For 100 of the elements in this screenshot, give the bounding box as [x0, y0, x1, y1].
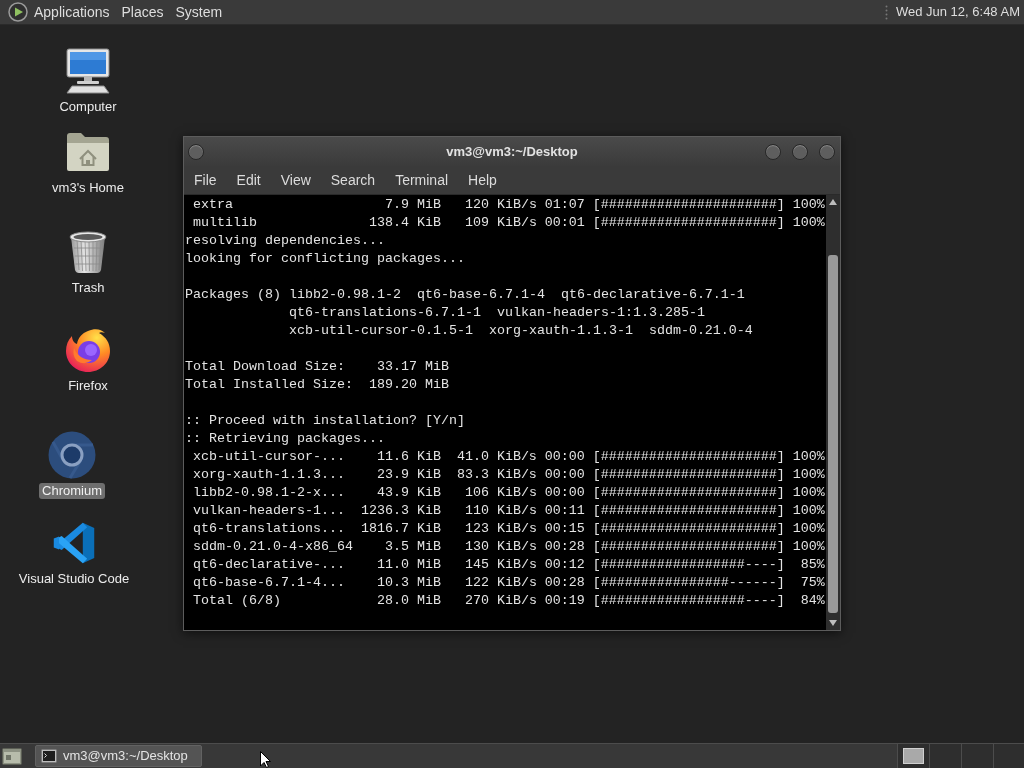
terminal-line: resolving dependencies...: [185, 232, 385, 250]
progress-bar-text: [##################----]: [592, 592, 785, 610]
elapsed-time: 00:28: [544, 538, 585, 556]
progress-bar-text: [######################]: [592, 538, 785, 556]
trash-can-icon[interactable]: [68, 230, 108, 274]
terminal-line: :: Proceed with installation? [Y/n]: [185, 412, 465, 430]
desktop-icon-label[interactable]: Trash: [68, 280, 108, 296]
elapsed-time: 00:28: [544, 574, 585, 592]
package-name: sddm-0.21.0-4-x86_64: [193, 538, 353, 556]
elapsed-time: 00:19: [544, 592, 585, 610]
window-thumbnail-icon: [903, 748, 924, 764]
package-name: Total (6/8): [193, 592, 281, 610]
download-size: 23.9 KiB: [376, 466, 441, 484]
transfer-rate: 109 KiB/s: [464, 214, 537, 232]
progress-bar-text: [################------]: [592, 574, 785, 592]
percent-text: 100%: [792, 538, 825, 556]
progress-bar-text: [######################]: [592, 502, 785, 520]
scroll-up-arrow-icon[interactable]: [829, 199, 837, 205]
download-size: 10.3 MiB: [376, 574, 441, 592]
percent-text: 100%: [792, 484, 825, 502]
download-size: 11.0 MiB: [376, 556, 441, 574]
progress-bar-text: [######################]: [592, 448, 785, 466]
workspace-button[interactable]: [897, 744, 929, 768]
scroll-down-arrow-icon[interactable]: [829, 620, 837, 626]
size-label: Total Download Size:: [185, 358, 345, 376]
progress-bar-text: [######################]: [592, 484, 785, 502]
desktop-icon-label[interactable]: Computer: [56, 99, 120, 115]
minimize-button[interactable]: [765, 143, 781, 160]
package-list-line: xcb-util-cursor-0.1.5-1 xorg-xauth-1.1.3-1 sddm-0.21.0-4: [288, 322, 753, 340]
computer-monitor-icon[interactable]: [64, 48, 112, 94]
percent-text: 85%: [800, 556, 825, 574]
scrollbar-thumb[interactable]: [828, 255, 838, 613]
transfer-rate: 145 KiB/s: [464, 556, 537, 574]
package-list-line: libb2-0.98.1-2 qt6-base-6.7.1-4 qt6-declarative-6.7.1-1: [288, 286, 745, 304]
terminal-line: looking for conflicting packages...: [185, 250, 465, 268]
window-menu-button[interactable]: [188, 143, 204, 160]
transfer-rate: 83.3 KiB/s: [456, 466, 537, 484]
package-name: qt6-base-6.7.1-4...: [193, 574, 345, 592]
download-size: 1816.7 KiB: [360, 520, 441, 538]
packages-label: Packages (8): [185, 286, 281, 304]
package-name: xcb-util-cursor-...: [193, 448, 345, 466]
download-size: 138.4 KiB: [368, 214, 441, 232]
menu-item[interactable]: Terminal: [385, 166, 459, 194]
size-label: Total Installed Size:: [185, 376, 353, 394]
progress-bar-text: [######################]: [592, 466, 785, 484]
package-name: multilib: [193, 214, 257, 232]
transfer-rate: 106 KiB/s: [464, 484, 537, 502]
taskbar-window-button[interactable]: vm3@vm3:~/Desktop: [35, 745, 202, 767]
menu-item[interactable]: Edit: [226, 166, 271, 194]
progress-bar-text: [######################]: [592, 520, 785, 538]
elapsed-time: 00:00: [544, 448, 585, 466]
download-size: 11.6 KiB: [376, 448, 441, 466]
percent-text: 100%: [792, 448, 825, 466]
firefox-logo-icon[interactable]: [65, 327, 111, 373]
transfer-rate: 110 KiB/s: [464, 502, 537, 520]
desktop-icon-label[interactable]: vm3's Home: [49, 180, 127, 196]
package-name: qt6-declarative-...: [193, 556, 345, 574]
package-name: qt6-translations...: [193, 520, 345, 538]
panel-menu-button[interactable]: System: [169, 0, 229, 24]
percent-text: 100%: [792, 520, 825, 538]
desktop-icon-label[interactable]: Firefox: [65, 378, 111, 394]
package-name: extra: [193, 196, 233, 214]
menu-item[interactable]: Search: [320, 166, 386, 194]
transfer-rate: 270 KiB/s: [464, 592, 537, 610]
clock[interactable]: Wed Jun 12, 6:48 AM: [895, 2, 1020, 22]
package-name: vulkan-headers-1...: [193, 502, 345, 520]
mouse-pointer-icon: [260, 751, 271, 768]
percent-text: 100%: [792, 502, 825, 520]
panel-menu-button[interactable]: Applications: [28, 0, 116, 24]
progress-bar-text: [######################]: [592, 196, 785, 214]
transfer-rate: 130 KiB/s: [464, 538, 537, 556]
terminal-line: :: Retrieving packages...: [185, 430, 385, 448]
progress-bar-text: [##################----]: [592, 556, 785, 574]
percent-text: 100%: [792, 466, 825, 484]
size-value: 33.17 MiB: [376, 358, 449, 376]
transfer-rate: 41.0 KiB/s: [456, 448, 537, 466]
menu-item[interactable]: View: [270, 166, 321, 194]
show-desktop-icon[interactable]: [2, 747, 22, 765]
chromium-logo-icon[interactable]: [48, 431, 96, 479]
percent-text: 100%: [792, 214, 825, 232]
download-size: 28.0 MiB: [376, 592, 441, 610]
elapsed-time: 01:07: [544, 196, 585, 214]
desktop-icon-label[interactable]: Visual Studio Code: [15, 571, 133, 587]
download-size: 1236.3 KiB: [360, 502, 441, 520]
close-button[interactable]: [819, 143, 835, 160]
home-folder-icon[interactable]: [66, 132, 110, 172]
elapsed-time: 00:00: [544, 484, 585, 502]
download-size: 43.9 KiB: [376, 484, 441, 502]
panel-menu-button[interactable]: Places: [115, 0, 170, 24]
menu-item[interactable]: Help: [458, 166, 507, 194]
transfer-rate: 123 KiB/s: [464, 520, 537, 538]
package-list-line: qt6-translations-6.7.1-1 vulkan-headers-1:1.3.285-1: [288, 304, 705, 322]
download-size: 3.5 MiB: [384, 538, 441, 556]
maximize-button[interactable]: [792, 143, 808, 160]
vscode-logo-icon[interactable]: [52, 521, 96, 565]
percent-text: 75%: [800, 574, 825, 592]
terminal-icon: [41, 749, 57, 763]
menu-item[interactable]: File: [184, 166, 227, 194]
play-logo-icon[interactable]: [8, 2, 28, 22]
desktop-icon-label[interactable]: Chromium: [39, 483, 105, 499]
